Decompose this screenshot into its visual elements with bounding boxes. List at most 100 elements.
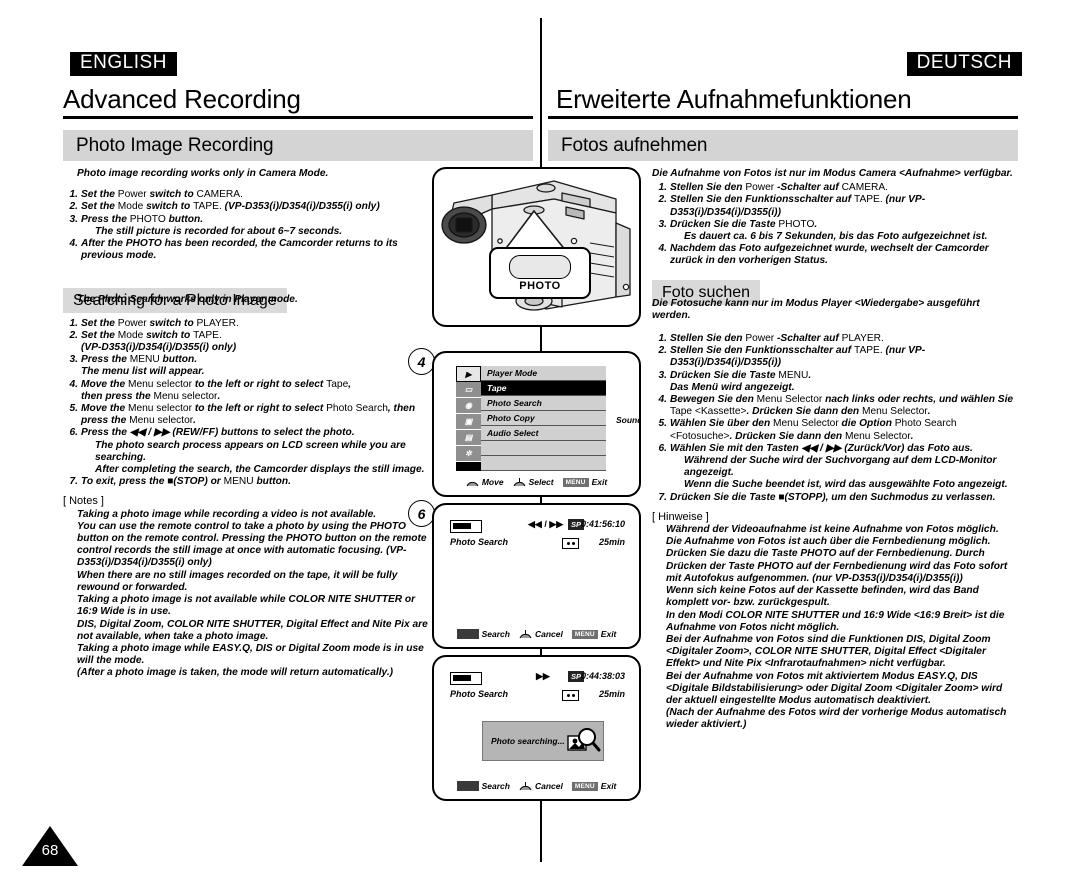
- step-text: . Drücken Sie dann den: [729, 430, 845, 442]
- language-tab-english: ENGLISH: [70, 52, 177, 76]
- timecode: 0:44:38:03: [580, 671, 625, 681]
- photo-searching-label: Photo searching...: [491, 736, 565, 746]
- mode-label: Photo Search: [450, 689, 509, 699]
- menu-item-empty: .: [481, 456, 606, 471]
- step-text: Wählen Sie über den: [670, 418, 774, 430]
- ui-term: TAPE.: [853, 194, 883, 206]
- notes-list-deutsch: Während der Videoaufnahme ist keine Aufn…: [652, 524, 1020, 731]
- ui-term: Menu Selector: [861, 406, 928, 418]
- mode-label: Photo Search: [450, 537, 509, 547]
- step-text: .: [885, 182, 889, 194]
- menu-side-value: Sound[1]: [616, 415, 639, 425]
- step-subtext: Wenn die Suche beendet ist, wird das aus…: [684, 479, 1008, 491]
- step-continuation: The menu list will appear.: [81, 366, 205, 378]
- notes-label-english: [ Notes ]: [63, 495, 104, 508]
- step-text: switch to: [146, 189, 197, 201]
- ui-term: Menu Selector: [773, 418, 839, 430]
- camera-mode-icon[interactable]: ▶: [456, 366, 481, 382]
- step-number: 5.: [69, 403, 79, 415]
- menu-item-photo-copy[interactable]: Photo Copy: [481, 411, 606, 426]
- step-text: button.: [253, 476, 291, 488]
- ui-term: PHOTO: [778, 218, 815, 230]
- select-press-icon: [513, 477, 526, 486]
- ui-term: CAMERA: [841, 182, 886, 194]
- step-item: 2. Set the Mode switch to TAPE. (VP-D353(…: [63, 201, 435, 213]
- search-key-icon: [456, 629, 479, 639]
- note-item: When there are no still images recorded …: [77, 569, 398, 593]
- ui-term: Menu selector: [129, 415, 194, 427]
- lcd-screen-1-panel: ◀◀ / ▶▶ SP 0:41:56:10 Photo Search 25min…: [432, 503, 641, 649]
- menu-item-audio-select[interactable]: Audio Select: [481, 426, 606, 441]
- step-number: 5.: [658, 418, 668, 430]
- search-control[interactable]: Search: [456, 629, 510, 639]
- step-text: Wählen Sie mit den Tasten: [670, 442, 802, 454]
- menu-key-icon: MENU: [571, 781, 598, 791]
- camcorder-illustration-panel: PHOTO: [432, 167, 641, 327]
- step-text: .: [193, 415, 196, 427]
- note-item: Die Aufnahme von Fotos ist auch über die…: [666, 536, 1008, 584]
- step-item: 2. Stellen Sie den Funktionsschalter auf …: [652, 345, 1020, 369]
- step-text: Stellen Sie den: [670, 333, 746, 345]
- step-text: -Schalter auf: [774, 182, 842, 194]
- cancel-dial-icon: [519, 781, 532, 790]
- step-number: 2.: [658, 194, 668, 206]
- subsection-spacer: [652, 268, 1020, 298]
- step-item: 1. Set the Power switch to CAMERA.: [63, 189, 435, 201]
- search-steps-list-english: 1. Set the Power switch to PLAYER. 2. Set …: [63, 318, 435, 489]
- cancel-control[interactable]: Cancel: [519, 629, 563, 639]
- menu-screen-panel: ▶ ▭ ◉ ▣ ▤ ✲ Player Mode Tape Photo Searc…: [432, 351, 641, 497]
- step-text: Set the: [81, 201, 118, 213]
- ui-term: TAPE.: [193, 329, 222, 341]
- move-label: Move: [481, 477, 504, 487]
- step-text: -Schalter auf: [774, 333, 842, 345]
- exit-control[interactable]: MENU Exit: [571, 629, 616, 639]
- note-item: Taking a photo image while recording a v…: [77, 508, 377, 520]
- search-control[interactable]: Search: [456, 781, 510, 791]
- ui-term: PHOTO: [129, 213, 166, 225]
- ui-term: Menu selector: [127, 378, 192, 390]
- menu-item-tape[interactable]: Tape: [481, 381, 606, 396]
- step-number: 2.: [69, 201, 79, 213]
- steps-list-deutsch: 1. Stellen Sie den Power -Schalter auf CA…: [652, 182, 1020, 267]
- cancel-control[interactable]: Cancel: [519, 781, 563, 791]
- step-number: 6.: [69, 427, 79, 439]
- exit-control[interactable]: MENU Exit: [571, 781, 616, 791]
- step-text: Drücken Sie die Taste: [670, 218, 779, 230]
- display-icon[interactable]: ▣: [456, 414, 481, 430]
- step-text: .: [240, 189, 243, 201]
- photo-searching-overlay: Photo searching...: [482, 721, 604, 761]
- menu-footer: Move Select MENU Exit: [434, 477, 639, 487]
- step-text: switch to: [143, 329, 194, 341]
- step-text: Drücken Sie die Taste: [670, 491, 779, 503]
- photo-button-shape[interactable]: [509, 254, 571, 279]
- stop-button-icon: ■(STOPP): [778, 491, 826, 503]
- menu-key-icon: MENU: [562, 477, 589, 487]
- transport-indicator: ▶▶: [536, 671, 550, 681]
- step-text: die Option: [838, 418, 895, 430]
- step-text: .: [808, 369, 812, 381]
- settings-gear-icon[interactable]: ✲: [456, 446, 481, 462]
- select-control[interactable]: Select: [513, 477, 554, 487]
- step-number: 1.: [658, 182, 668, 194]
- move-control[interactable]: Move: [466, 477, 504, 487]
- memory-icon[interactable]: ▤: [456, 430, 481, 446]
- exit-control[interactable]: MENU Exit: [562, 477, 607, 487]
- tape-icon[interactable]: ▭: [456, 382, 481, 398]
- step-marker-4: 4: [408, 348, 435, 375]
- search-label: Search: [481, 781, 510, 791]
- note-item: Während der Videoaufnahme ist keine Aufn…: [666, 524, 999, 536]
- record-icon[interactable]: ◉: [456, 398, 481, 414]
- menu-body: ▶ ▭ ◉ ▣ ▤ ✲ Player Mode Tape Photo Searc…: [456, 366, 606, 471]
- step-text: Press the: [81, 427, 130, 439]
- section-title-english: Photo Image Recording: [76, 134, 274, 156]
- step-number: 4.: [69, 238, 79, 250]
- step-text: . Drücken Sie dann den: [746, 406, 862, 418]
- step-text: Press the: [81, 213, 130, 225]
- step-item: 7. Drücken Sie die Taste ■(STOPP), um den…: [652, 492, 1020, 504]
- step-number: 4.: [69, 378, 79, 390]
- step-item: 4. Bewegen Sie den Menu Selector nach lin…: [652, 394, 1020, 418]
- step-item: 1. Set the Power switch to PLAYER.: [63, 318, 435, 330]
- move-dial-icon: [466, 481, 479, 486]
- menu-item-photo-search[interactable]: Photo Search: [481, 396, 606, 411]
- transport-buttons-icon: ◀◀ / ▶▶: [129, 427, 170, 439]
